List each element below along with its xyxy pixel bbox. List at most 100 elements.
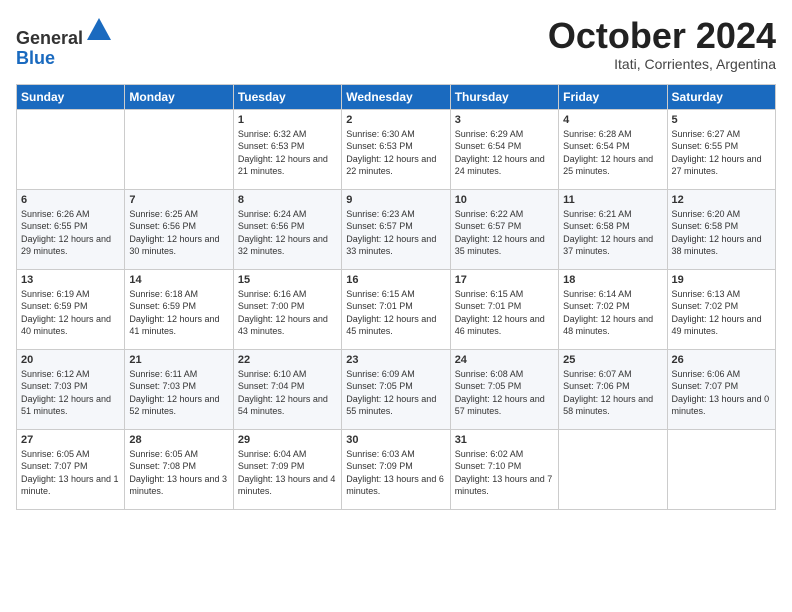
cell-line: Sunset: 7:04 PM: [238, 381, 305, 391]
day-number: 29: [238, 434, 337, 446]
calendar-table: SundayMondayTuesdayWednesdayThursdayFrid…: [16, 84, 776, 510]
cell-line: Sunrise: 6:18 AM: [129, 289, 198, 299]
cell-line: Sunset: 6:53 PM: [346, 141, 413, 151]
cell-line: Daylight: 12 hours and 24 minutes.: [455, 154, 545, 177]
calendar-cell: 23Sunrise: 6:09 AMSunset: 7:05 PMDayligh…: [342, 349, 450, 429]
calendar-cell: 14Sunrise: 6:18 AMSunset: 6:59 PMDayligh…: [125, 269, 233, 349]
cell-line: Sunset: 6:55 PM: [672, 141, 739, 151]
calendar-cell: 4Sunrise: 6:28 AMSunset: 6:54 PMDaylight…: [559, 109, 667, 189]
calendar-cell: 16 Sunrise: 6:15 AM Sunset: 7:01 PM Dayligh…: [342, 269, 450, 349]
cell-line: Sunrise: 6:05 AM: [21, 449, 90, 459]
cell-line: Sunset: 7:02 PM: [563, 301, 630, 311]
cell-content: Sunrise: 6:07 AMSunset: 7:06 PMDaylight:…: [563, 368, 662, 418]
calendar-cell: 12Sunrise: 6:20 AMSunset: 6:58 PMDayligh…: [667, 189, 775, 269]
day-number: 31: [455, 434, 554, 446]
cell-line: Sunset: 6:59 PM: [129, 301, 196, 311]
calendar-cell: 11Sunrise: 6:21 AMSunset: 6:58 PMDayligh…: [559, 189, 667, 269]
cell-line: Sunrise: 6:03 AM: [346, 449, 415, 459]
calendar-cell: 10Sunrise: 6:22 AMSunset: 6:57 PMDayligh…: [450, 189, 558, 269]
cell-line: Daylight: 12 hours and 30 minutes.: [129, 234, 219, 257]
col-header-saturday: Saturday: [667, 84, 775, 109]
calendar-cell: [559, 429, 667, 509]
cell-line: Sunset: 6:54 PM: [455, 141, 522, 151]
cell-line: Daylight: 12 hours and 27 minutes.: [672, 154, 762, 177]
cell-line: Sunrise: 6:23 AM: [346, 209, 415, 219]
cell-content: Sunrise: 6:21 AMSunset: 6:58 PMDaylight:…: [563, 208, 662, 258]
cell-line: Sunrise: 6:24 AM: [238, 209, 307, 219]
cell-line: Sunrise: 6:11 AM: [129, 369, 197, 379]
cell-line: Daylight: 13 hours and 0 minutes.: [672, 394, 770, 417]
cell-line: Sunrise: 6:07 AM: [563, 369, 632, 379]
day-number: 18: [563, 274, 662, 286]
cell-content: Sunrise: 6:30 AMSunset: 6:53 PMDaylight:…: [346, 128, 445, 178]
week-row-1: 1 Sunrise: 6:32 AM Sunset: 6:53 PM Daylight…: [17, 109, 776, 189]
day-number: 2: [346, 114, 445, 126]
week-row-5: 27 Sunrise: 6:05 AM Sunset: 7:07 PM Dayligh…: [17, 429, 776, 509]
cell-line: Daylight: 12 hours and 48 minutes.: [563, 314, 653, 337]
cell-content: Sunrise: 6:28 AMSunset: 6:54 PMDaylight:…: [563, 128, 662, 178]
calendar-cell: 25 Sunrise: 6:07 AMSunset: 7:06 PMDayligh…: [559, 349, 667, 429]
cell-line: Daylight: 12 hours and 37 minutes.: [563, 234, 653, 257]
cell-line: Sunset: 6:57 PM: [455, 221, 522, 231]
cell-line: Daylight: 13 hours and 4 minutes.: [238, 474, 336, 497]
cell-content: Sunrise: 6:18 AMSunset: 6:59 PMDaylight:…: [129, 288, 228, 338]
calendar-cell: 17Sunrise: 6:15 AMSunset: 7:01 PMDayligh…: [450, 269, 558, 349]
cell-line: Sunrise: 6:20 AM: [672, 209, 741, 219]
cell-line: Sunset: 7:03 PM: [129, 381, 196, 391]
month-title: October 2024: [548, 16, 776, 56]
day-number: 1: [238, 114, 337, 126]
cell-line: Daylight: 12 hours and 21 minutes.: [238, 154, 328, 177]
cell-content: Sunrise: 6:12 AMSunset: 7:03 PMDaylight:…: [21, 368, 120, 418]
cell-line: Sunrise: 6:21 AM: [563, 209, 632, 219]
cell-line: Sunset: 7:01 PM: [346, 301, 413, 311]
logo-general: General: [16, 28, 83, 48]
cell-line: Sunrise: 6:15 AM: [346, 289, 415, 299]
calendar-cell: 7Sunrise: 6:25 AMSunset: 6:56 PMDaylight…: [125, 189, 233, 269]
calendar-cell: 19Sunrise: 6:13 AMSunset: 7:02 PMDayligh…: [667, 269, 775, 349]
cell-line: Sunset: 6:59 PM: [21, 301, 88, 311]
day-number: 3: [455, 114, 554, 126]
cell-line: Sunrise: 6:09 AM: [346, 369, 415, 379]
calendar-cell: 22Sunrise: 6:10 AMSunset: 7:04 PMDayligh…: [233, 349, 341, 429]
day-number: 17: [455, 274, 554, 286]
cell-content: Sunrise: 6:19 AMSunset: 6:59 PMDaylight:…: [21, 288, 120, 338]
cell-line: Sunset: 7:05 PM: [455, 381, 522, 391]
cell-content: Sunrise: 6:02 AMSunset: 7:10 PMDaylight:…: [455, 448, 554, 498]
cell-line: Sunset: 7:01 PM: [455, 301, 522, 311]
day-number: 27: [21, 434, 120, 446]
day-number: 22: [238, 354, 337, 366]
cell-line: Sunrise: 6:06 AM: [672, 369, 741, 379]
cell-content: Sunrise: 6:11 AMSunset: 7:03 PMDaylight:…: [129, 368, 228, 418]
day-number: 30: [346, 434, 445, 446]
day-number: 16: [346, 274, 445, 286]
week-row-3: 13Sunrise: 6:19 AMSunset: 6:59 PMDayligh…: [17, 269, 776, 349]
cell-line: Sunset: 7:09 PM: [238, 461, 305, 471]
cell-content: Sunrise: 6:09 AMSunset: 7:05 PMDaylight:…: [346, 368, 445, 418]
cell-line: Sunset: 7:10 PM: [455, 461, 522, 471]
day-number: 24: [455, 354, 554, 366]
day-number: 10: [455, 194, 554, 206]
cell-content: Sunrise: 6:05 AMSunset: 7:08 PMDaylight:…: [129, 448, 228, 498]
day-number: 28: [129, 434, 228, 446]
cell-content: Sunrise: 6:15 AM Sunset: 7:01 PM Daylight:…: [346, 288, 445, 338]
cell-line: Daylight: 12 hours and 58 minutes.: [563, 394, 653, 417]
cell-content: Sunrise: 6:25 AMSunset: 6:56 PMDaylight:…: [129, 208, 228, 258]
cell-line: Sunset: 6:53 PM: [238, 141, 305, 151]
cell-line: Sunrise: 6:05 AM: [129, 449, 198, 459]
cell-line: Sunset: 6:54 PM: [563, 141, 630, 151]
calendar-cell: 28 Sunrise: 6:05 AMSunset: 7:08 PMDayligh…: [125, 429, 233, 509]
cell-line: Sunset: 7:07 PM: [21, 461, 88, 471]
cell-line: Daylight: 12 hours and 45 minutes.: [346, 314, 436, 337]
cell-line: Daylight: 13 hours and 3 minutes.: [129, 474, 227, 497]
cell-line: Sunrise: 6:26 AM: [21, 209, 90, 219]
day-number: 25: [563, 354, 662, 366]
calendar-cell: 15Sunrise: 6:16 AMSunset: 7:00 PMDayligh…: [233, 269, 341, 349]
calendar-cell: 3Sunrise: 6:29 AMSunset: 6:54 PMDaylight…: [450, 109, 558, 189]
cell-content: Sunrise: 6:16 AMSunset: 7:00 PMDaylight:…: [238, 288, 337, 338]
day-number: 14: [129, 274, 228, 286]
week-row-4: 20Sunrise: 6:12 AMSunset: 7:03 PMDayligh…: [17, 349, 776, 429]
cell-line: Sunset: 6:56 PM: [238, 221, 305, 231]
cell-line: Daylight: 13 hours and 7 minutes.: [455, 474, 553, 497]
cell-line: Sunrise: 6:32 AM: [238, 129, 307, 139]
cell-line: Sunrise: 6:12 AM: [21, 369, 90, 379]
